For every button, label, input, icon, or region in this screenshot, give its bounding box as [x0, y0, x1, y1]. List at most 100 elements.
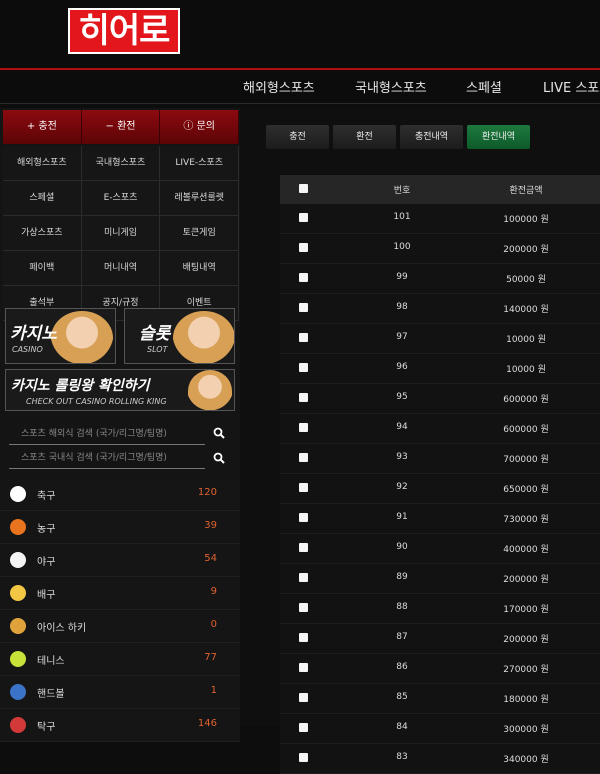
row-checkbox[interactable] [299, 243, 308, 252]
row-checkbox[interactable] [299, 633, 308, 642]
header-number: 번호 [393, 186, 411, 196]
hockey-stick-icon [10, 618, 26, 634]
sport-count: 9 [210, 586, 217, 597]
row-number: 97 [396, 332, 408, 342]
table-row: 94 600000 원 [280, 414, 600, 444]
volleyball-icon [10, 585, 26, 601]
casino-banner[interactable]: 카지노 CASINO [5, 308, 116, 364]
tennis-ball-icon [10, 651, 26, 667]
sidebar-menu-item[interactable]: 머니내역 [81, 251, 161, 285]
sidebar-menu-item[interactable]: LIVE-스포츠 [160, 146, 240, 180]
tab-deposit[interactable]: 충전 [266, 125, 329, 149]
sidebar-menu-item[interactable]: 배팅내역 [160, 251, 240, 285]
select-all-checkbox[interactable] [299, 184, 308, 193]
sport-count: 146 [197, 718, 217, 729]
row-checkbox[interactable] [299, 513, 308, 522]
table-row: 84 300000 원 [280, 714, 600, 744]
nav-item-live-sports[interactable]: LIVE 스포츠 [543, 77, 600, 96]
row-checkbox[interactable] [299, 363, 308, 372]
row-checkbox[interactable] [299, 423, 308, 432]
baseball-icon [10, 552, 26, 568]
sidebar-menu-item[interactable]: 레볼루션룰렛 [160, 181, 240, 215]
row-number: 93 [396, 452, 408, 462]
row-checkbox[interactable] [299, 393, 308, 402]
row-checkbox[interactable] [299, 573, 308, 582]
row-checkbox[interactable] [299, 213, 308, 222]
row-checkbox[interactable] [299, 543, 308, 552]
sport-item[interactable]: 배구 9 [0, 577, 240, 610]
row-number: 95 [396, 392, 408, 402]
search-icon[interactable] [213, 452, 225, 464]
row-number: 91 [396, 512, 408, 522]
sidebar-menu-item[interactable]: 페이백 [3, 251, 82, 285]
row-number: 88 [396, 602, 408, 612]
sport-item[interactable]: 농구 39 [0, 511, 240, 544]
sidebar-menu-item[interactable]: 해외형스포츠 [3, 146, 82, 180]
domestic-search-input[interactable]: 스포츠 국내식 검색 (국가/리그명/팀명) [9, 446, 205, 469]
site-logo[interactable]: 히어로 [68, 8, 180, 54]
sidebar-menu-item[interactable]: E-스포츠 [81, 181, 161, 215]
sport-item[interactable]: 핸드볼 1 [0, 676, 240, 709]
row-checkbox[interactable] [299, 273, 308, 282]
table-row: 88 170000 원 [280, 594, 600, 624]
row-checkbox[interactable] [299, 333, 308, 342]
row-checkbox[interactable] [299, 303, 308, 312]
nav-item-domestic-sports[interactable]: 국내형스포츠 [355, 77, 427, 96]
table-row: 89 200000 원 [280, 564, 600, 594]
row-number: 98 [396, 302, 408, 312]
overseas-search-placeholder: 스포츠 해외식 검색 (국가/리그명/팀명) [21, 429, 167, 439]
deposit-button[interactable]: + 충전 [3, 110, 82, 144]
slot-character-image [173, 311, 234, 363]
sport-item[interactable]: 야구 54 [0, 544, 240, 577]
row-checkbox[interactable] [299, 453, 308, 462]
nav-item-special[interactable]: 스페셜 [466, 77, 502, 96]
row-checkbox[interactable] [299, 753, 308, 762]
row-amount: 600000 원 [503, 425, 549, 435]
rolling-king-banner[interactable]: 카지노 롤링왕 확인하기 CHECK OUT CASINO ROLLING KI… [5, 369, 235, 411]
row-number: 100 [393, 242, 411, 252]
sidebar-menu-item[interactable]: 미니게임 [81, 216, 161, 250]
row-amount: 600000 원 [503, 395, 549, 405]
sport-name: 야구 [37, 557, 56, 568]
sport-count: 0 [210, 619, 217, 630]
sport-item[interactable]: 테니스 77 [0, 643, 240, 676]
row-checkbox[interactable] [299, 603, 308, 612]
row-checkbox[interactable] [299, 693, 308, 702]
row-amount: 10000 원 [506, 335, 546, 345]
search-icon[interactable] [213, 427, 225, 439]
row-number: 96 [396, 362, 408, 372]
inquiry-button[interactable]: ⓘ 문의 [160, 110, 240, 144]
table-row: 99 50000 원 [280, 264, 600, 294]
table-row: 87 200000 원 [280, 624, 600, 654]
basketball-icon [10, 519, 26, 535]
row-amount: 100000 원 [503, 215, 549, 225]
sidebar-menu-item[interactable]: 스페셜 [3, 181, 82, 215]
row-number: 89 [396, 572, 408, 582]
sport-name: 핸드볼 [37, 689, 65, 700]
tab-deposit-history[interactable]: 충전내역 [400, 125, 463, 149]
tab-withdraw[interactable]: 환전 [333, 125, 396, 149]
table-body: 101 100000 원 100 200000 원 99 50000 원 98 140000 … [280, 204, 600, 774]
sidebar-menu-item[interactable]: 토큰게임 [160, 216, 240, 250]
sidebar: + 충전 − 환전 ⓘ 문의 해외형스포츠 국내형스포츠 LIVE-스포츠스페셜 E-… [0, 108, 240, 742]
soccer-ball-icon [10, 486, 26, 502]
table-row: 95 600000 원 [280, 384, 600, 414]
site-header: 히어로 [0, 0, 600, 68]
row-checkbox[interactable] [299, 483, 308, 492]
row-number: 101 [393, 212, 411, 222]
tab-withdraw-history[interactable]: 환전내역 [467, 125, 530, 149]
sport-count: 1 [210, 685, 217, 696]
row-amount: 200000 원 [503, 575, 549, 585]
table-row: 83 340000 원 [280, 744, 600, 774]
sport-item[interactable]: 아이스 하키 0 [0, 610, 240, 643]
overseas-search-input[interactable]: 스포츠 해외식 검색 (국가/리그명/팀명) [9, 422, 205, 445]
withdraw-button[interactable]: − 환전 [81, 110, 161, 144]
sport-item[interactable]: 축구 120 [0, 478, 240, 511]
row-checkbox[interactable] [299, 663, 308, 672]
sidebar-menu-item[interactable]: 국내형스포츠 [81, 146, 161, 180]
sidebar-menu-item[interactable]: 가상스포츠 [3, 216, 82, 250]
row-checkbox[interactable] [299, 723, 308, 732]
row-amount: 10000 원 [506, 365, 546, 375]
slot-banner[interactable]: 슬롯 SLOT [124, 308, 235, 364]
nav-item-overseas-sports[interactable]: 해외형스포츠 [243, 77, 315, 96]
